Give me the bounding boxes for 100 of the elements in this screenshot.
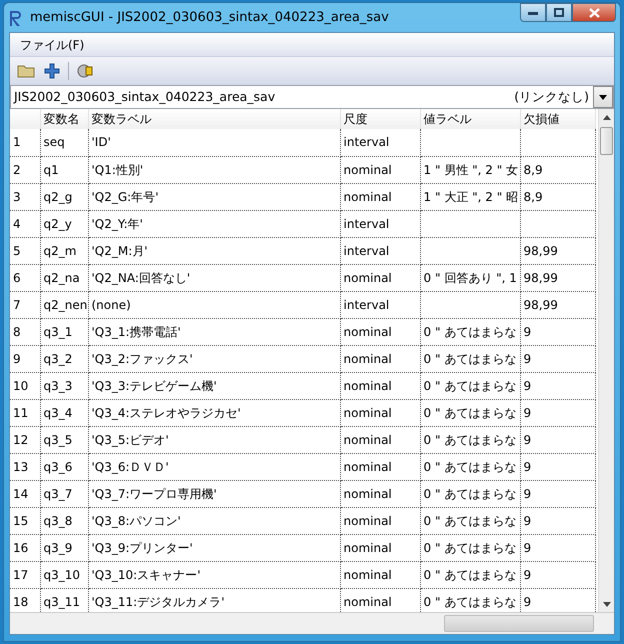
row-number: 8 bbox=[10, 318, 40, 345]
row-number: 3 bbox=[10, 183, 40, 210]
table-cell: 'Q3_9:プリンター' bbox=[88, 534, 340, 561]
close-icon bbox=[588, 8, 600, 18]
table-cell: q3_7 bbox=[40, 480, 88, 507]
table-cell: 9 bbox=[520, 507, 595, 534]
dropdown-arrow-button[interactable] bbox=[593, 86, 613, 108]
column-header[interactable]: 欠損値 bbox=[520, 109, 595, 129]
table-cell: 1 " 男性 ", 2 " 女 bbox=[420, 156, 520, 183]
row-number: 11 bbox=[10, 399, 40, 426]
table-cell: q3_3 bbox=[40, 372, 88, 399]
table-cell: 98,99 bbox=[520, 291, 595, 318]
row-number: 2 bbox=[10, 156, 40, 183]
table-cell: 9 bbox=[520, 561, 595, 588]
table-cell: interval bbox=[340, 129, 420, 156]
table-cell: 9 bbox=[520, 453, 595, 480]
dataset-dropdown[interactable]: JIS2002_030603_sintax_040223_area_sav (リンクなし) bbox=[10, 85, 614, 109]
close-button[interactable] bbox=[572, 3, 616, 22]
table-cell: 9 bbox=[520, 345, 595, 372]
r-logo-icon bbox=[8, 8, 24, 26]
table-cell: 98,99 bbox=[520, 237, 595, 264]
table-cell: 0 " あてはまらな bbox=[420, 507, 520, 534]
table-cell: q2_nen bbox=[40, 291, 88, 318]
scroll-thumb[interactable] bbox=[600, 127, 613, 155]
table-cell: 9 bbox=[520, 399, 595, 426]
table-cell: q3_4 bbox=[40, 399, 88, 426]
table-cell: interval bbox=[340, 237, 420, 264]
plus-icon[interactable] bbox=[42, 61, 62, 81]
table-cell: q2_g bbox=[40, 183, 88, 210]
table-cell: 'Q3_1:携帯電話' bbox=[88, 318, 340, 345]
table-cell: 0 " あてはまらな bbox=[420, 561, 520, 588]
table-cell: nominal bbox=[340, 156, 420, 183]
maximize-icon bbox=[554, 8, 564, 17]
minimize-button[interactable] bbox=[520, 3, 546, 22]
row-number: 7 bbox=[10, 291, 40, 318]
table-cell: nominal bbox=[340, 399, 420, 426]
column-header[interactable]: 変数名 bbox=[40, 109, 88, 129]
table-cell: nominal bbox=[340, 534, 420, 561]
table-cell: 0 " あてはまらな bbox=[420, 426, 520, 453]
table-cell: nominal bbox=[340, 345, 420, 372]
table-cell: 'Q3_3:テレビゲーム機' bbox=[88, 372, 340, 399]
table-cell: 8,9 bbox=[520, 183, 595, 210]
table-cell: 9 bbox=[520, 534, 595, 561]
table-cell: 0 " あてはまらな bbox=[420, 534, 520, 561]
row-number: 13 bbox=[10, 453, 40, 480]
table-cell: nominal bbox=[340, 561, 420, 588]
table-cell: q2_m bbox=[40, 237, 88, 264]
maximize-button[interactable] bbox=[546, 3, 572, 22]
row-number: 17 bbox=[10, 561, 40, 588]
row-number: 10 bbox=[10, 372, 40, 399]
scroll-up-icon[interactable] bbox=[602, 114, 610, 120]
table-cell: q1 bbox=[40, 156, 88, 183]
table-cell: 'Q3_4:ステレオやラジカセ' bbox=[88, 399, 340, 426]
table-cell: seq bbox=[40, 129, 88, 156]
table-cell: 'Q3_6:ＤＶＤ' bbox=[88, 453, 340, 480]
table-cell: nominal bbox=[340, 318, 420, 345]
table-cell: 9 bbox=[520, 480, 595, 507]
vertical-scrollbar[interactable] bbox=[598, 109, 614, 612]
table-cell: nominal bbox=[340, 426, 420, 453]
table-cell: 9 bbox=[520, 318, 595, 345]
table-cell: 9 bbox=[520, 426, 595, 453]
table-cell: 'Q2_G:年号' bbox=[88, 183, 340, 210]
table-cell: nominal bbox=[340, 264, 420, 291]
table-cell: q2_na bbox=[40, 264, 88, 291]
column-header[interactable]: 変数ラベル bbox=[88, 109, 340, 129]
table-cell: nominal bbox=[340, 372, 420, 399]
table-cell: nominal bbox=[340, 183, 420, 210]
table-cell: 9 bbox=[520, 372, 595, 399]
corner-header bbox=[10, 109, 40, 129]
table-cell: 8,9 bbox=[520, 156, 595, 183]
table-cell: 'Q3_5:ビデオ' bbox=[88, 426, 340, 453]
scroll-down-icon[interactable] bbox=[602, 602, 610, 606]
row-number: 6 bbox=[10, 264, 40, 291]
table-cell: 0 " あてはまらな bbox=[420, 372, 520, 399]
table-cell: 'Q2_M:月' bbox=[88, 237, 340, 264]
table-cell: interval bbox=[340, 210, 420, 237]
dataset-name: JIS2002_030603_sintax_040223_area_sav bbox=[12, 88, 276, 106]
column-header[interactable]: 値ラベル bbox=[420, 109, 520, 129]
table-cell: q3_5 bbox=[40, 426, 88, 453]
table-cell: interval bbox=[340, 291, 420, 318]
caret-icon bbox=[599, 94, 607, 100]
table-cell: q3_1 bbox=[40, 318, 88, 345]
column-header[interactable]: 尺度 bbox=[340, 109, 420, 129]
table-cell: 0 " あてはまらな bbox=[420, 453, 520, 480]
horizontal-scrollbar[interactable] bbox=[444, 615, 594, 632]
table-cell: 98,99 bbox=[520, 264, 595, 291]
menu-item[interactable]: ファイル(F) bbox=[16, 34, 88, 54]
table-cell: 0 " あてはまらな bbox=[420, 399, 520, 426]
table-cell: 0 " あてはまらな bbox=[420, 480, 520, 507]
table-cell: nominal bbox=[340, 480, 420, 507]
table-cell: 'ID' bbox=[88, 129, 340, 156]
window-title: memiscGUI - JIS2002_030603_sintax_040223_area_sav bbox=[30, 8, 389, 27]
table-cell: nominal bbox=[340, 507, 420, 534]
table-cell: 'Q3_8:パソコン' bbox=[88, 507, 340, 534]
table-cell: q3_2 bbox=[40, 345, 88, 372]
table-cell: 0 " 回答あり ", 1 bbox=[420, 264, 520, 291]
table-cell: (none) bbox=[88, 291, 340, 318]
table-cell: 'Q2_Y:年' bbox=[88, 210, 340, 237]
table-cell: 1 " 大正 ", 2 " 昭 bbox=[420, 183, 520, 210]
table-cell: 'Q2_NA:回答なし' bbox=[88, 264, 340, 291]
